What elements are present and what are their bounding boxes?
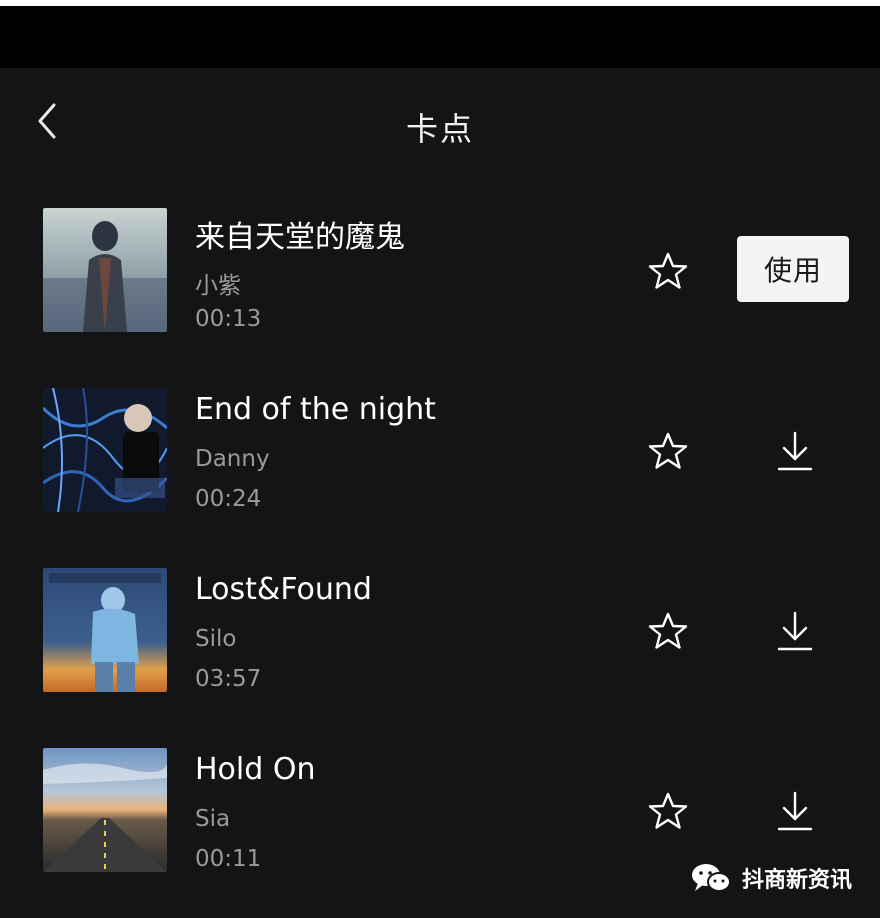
favorite-button[interactable] (645, 788, 691, 834)
album-cover (43, 568, 167, 692)
watermark-text: 抖商新资讯 (742, 868, 853, 893)
star-icon (648, 612, 688, 649)
list-item[interactable]: End of the night Danny 00:24 (0, 358, 880, 538)
song-title: Hold On (195, 752, 316, 787)
status-bar (0, 0, 880, 68)
album-cover (43, 388, 167, 512)
song-duration: 00:11 (195, 846, 262, 872)
list-item[interactable]: Lost&Found Silo 03:57 (0, 538, 880, 718)
star-icon (648, 792, 688, 829)
download-icon (777, 611, 813, 651)
album-cover (43, 208, 167, 332)
song-list: 来自天堂的魔鬼 小紫 00:13 使用 End of the night Dan… (0, 178, 880, 898)
download-icon (777, 791, 813, 831)
favorite-button[interactable] (645, 428, 691, 474)
song-title: End of the night (195, 392, 436, 427)
list-item[interactable]: 来自天堂的魔鬼 小紫 00:13 使用 (0, 178, 880, 358)
album-cover (43, 748, 167, 872)
download-button[interactable] (770, 786, 820, 836)
favorite-button[interactable] (645, 248, 691, 294)
song-duration: 00:13 (195, 306, 262, 332)
song-title: Lost&Found (195, 572, 372, 607)
song-duration: 03:57 (195, 666, 262, 692)
favorite-button[interactable] (645, 608, 691, 654)
song-artist: Sia (195, 806, 231, 832)
song-artist: 小紫 (195, 273, 241, 299)
star-icon (648, 432, 688, 469)
star-icon (648, 252, 688, 289)
download-button[interactable] (770, 426, 820, 476)
download-button[interactable] (770, 606, 820, 656)
song-artist: Silo (195, 626, 237, 652)
page-title: 卡点 (405, 110, 474, 148)
song-duration: 00:24 (195, 486, 262, 512)
song-title: 来自天堂的魔鬼 (195, 220, 405, 255)
watermark: 抖商新资讯 (690, 858, 852, 898)
wechat-icon (692, 864, 731, 892)
download-icon (777, 431, 813, 471)
use-button[interactable]: 使用 (737, 236, 849, 302)
header: 卡点 (0, 68, 880, 178)
song-artist: Danny (195, 446, 270, 472)
